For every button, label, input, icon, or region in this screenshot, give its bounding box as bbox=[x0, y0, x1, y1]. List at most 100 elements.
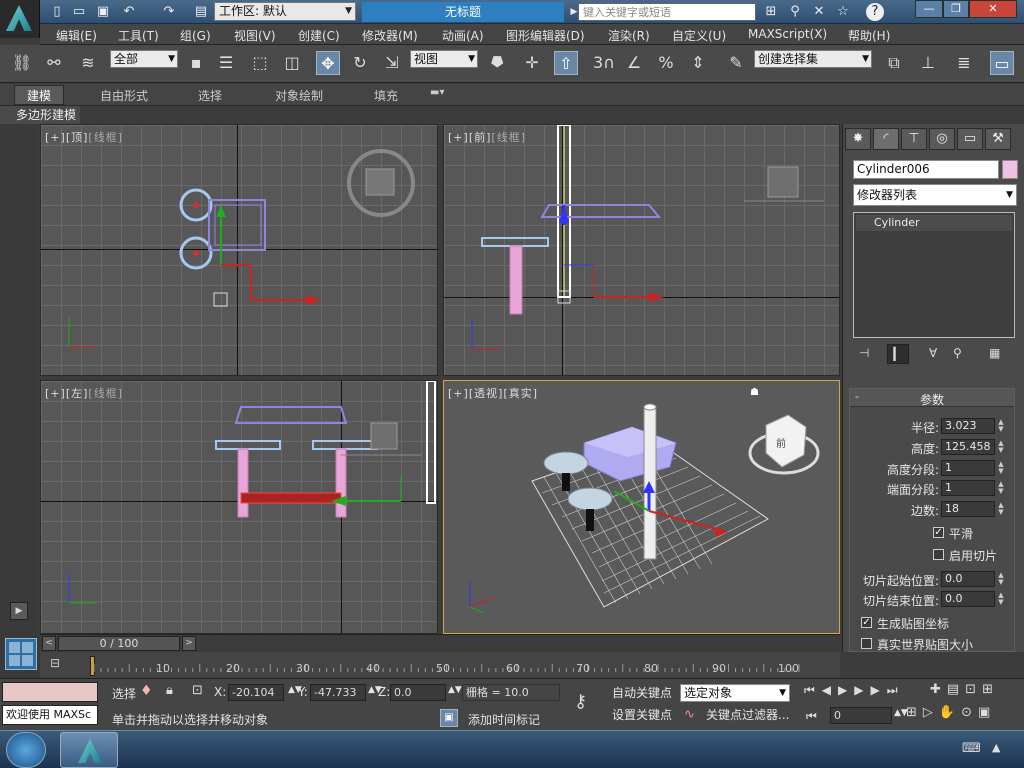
ribbon-tab-populate[interactable]: 填充 bbox=[374, 87, 398, 104]
ribbon-tab-modeling[interactable]: 建模 bbox=[14, 85, 65, 105]
remove-modifier-icon[interactable]: ⚲ bbox=[953, 346, 962, 360]
select-manipulate-icon[interactable]: ✛ bbox=[520, 51, 544, 75]
height-segments-spinner[interactable]: ▲ ▼ bbox=[996, 461, 1006, 475]
select-scale-icon[interactable]: ⇲ bbox=[380, 51, 404, 75]
menu-customize[interactable]: 自定义(U) bbox=[672, 27, 726, 44]
spinner-snap-icon[interactable]: ⇕ bbox=[686, 51, 710, 75]
object-color-swatch[interactable] bbox=[1002, 160, 1018, 179]
menu-maxscript[interactable]: MAXScript(X) bbox=[748, 27, 827, 41]
ribbon-toggle-icon[interactable]: ▭ bbox=[990, 51, 1014, 75]
selection-filter-select[interactable]: 全部 ▼ bbox=[110, 50, 178, 68]
window-crossing-icon[interactable]: ◫ bbox=[280, 51, 304, 75]
select-object-icon[interactable]: ▪ bbox=[184, 51, 208, 75]
next-frame-icon[interactable]: > bbox=[182, 636, 196, 651]
slice-to-field[interactable]: 0.0 bbox=[941, 591, 995, 607]
ribbon-tab-selection[interactable]: 选择 bbox=[198, 87, 222, 104]
open-file-icon[interactable]: ▭ bbox=[70, 3, 88, 21]
favorites-star-icon[interactable]: ☆ bbox=[834, 3, 852, 21]
create-tab-icon[interactable]: ✸ bbox=[845, 128, 871, 150]
key-mode-select[interactable]: 选定对象 ▼ bbox=[680, 684, 790, 702]
time-tag-icon[interactable]: ▣ bbox=[440, 709, 458, 727]
sides-field[interactable]: 18 bbox=[941, 501, 995, 517]
pivot-center-icon[interactable]: ⯂ bbox=[484, 51, 508, 75]
keyboard-shortcut-icon[interactable]: ⇧ bbox=[554, 51, 578, 75]
bind-spacewarp-icon[interactable]: ≋ bbox=[76, 51, 100, 75]
restore-button[interactable]: ❐ bbox=[943, 0, 969, 18]
slice-from-field[interactable]: 0.0 bbox=[941, 571, 995, 587]
rollout-header[interactable]: - 参数 bbox=[850, 389, 1014, 407]
menu-group[interactable]: 组(G) bbox=[180, 27, 211, 44]
maxscript-listener-mini[interactable] bbox=[2, 682, 98, 702]
set-key-button[interactable]: 设置关键点 bbox=[608, 705, 676, 725]
menu-rendering[interactable]: 渲染(R) bbox=[608, 27, 650, 44]
select-by-name-icon[interactable]: ☰ bbox=[214, 51, 238, 75]
radius-field[interactable]: 3.023 bbox=[941, 418, 995, 434]
mirror-icon[interactable]: ⧉ bbox=[882, 51, 906, 75]
height-field[interactable]: 125.458 bbox=[941, 439, 995, 455]
binoculars-icon[interactable]: ⊞ bbox=[762, 3, 780, 21]
save-icon[interactable]: ▣ bbox=[94, 3, 112, 21]
tray-arrow-icon[interactable]: ▲ bbox=[992, 741, 1000, 754]
viewport-top[interactable]: [+][顶][线框] bbox=[40, 124, 438, 376]
menu-graph-editors[interactable]: 图形编辑器(D) bbox=[506, 27, 585, 44]
modifier-stack[interactable]: Cylinder bbox=[853, 212, 1015, 338]
y-coordinate-field[interactable]: -47.733 bbox=[310, 684, 366, 701]
slice-from-spinner[interactable]: ▲ ▼ bbox=[996, 572, 1006, 586]
start-button[interactable] bbox=[6, 732, 46, 768]
minimize-button[interactable]: — bbox=[915, 0, 943, 18]
pin-stack-icon[interactable]: ⊣ bbox=[859, 346, 869, 360]
search-input[interactable]: 键入关键字或短语 bbox=[578, 3, 756, 21]
x-coordinate-field[interactable]: -20.104 bbox=[228, 684, 284, 701]
modify-tab-icon[interactable]: ◜ bbox=[873, 128, 899, 150]
smooth-checkbox[interactable]: ✓ bbox=[933, 527, 944, 538]
percent-snap-icon[interactable]: % bbox=[654, 51, 678, 75]
select-rotate-icon[interactable]: ↻ bbox=[348, 51, 372, 75]
mini-curve-editor-icon[interactable]: ⊟ bbox=[50, 656, 60, 670]
cap-segments-spinner[interactable]: ▲ ▼ bbox=[996, 481, 1006, 495]
viewport-navigation-controls[interactable]: ⊞▷✋⊙▣ bbox=[906, 705, 1022, 725]
stack-item[interactable]: Cylinder bbox=[856, 215, 1012, 231]
zoom-controls[interactable]: ✚▤⊡⊞ bbox=[930, 682, 1022, 702]
real-world-checkbox[interactable] bbox=[861, 638, 872, 649]
utilities-tab-icon[interactable]: ⚒ bbox=[985, 128, 1011, 150]
project-folder-icon[interactable]: ▤ bbox=[192, 3, 210, 21]
lock-selection-icon[interactable]: 🔒︎ bbox=[166, 683, 173, 698]
ref-coord-select[interactable]: 视图 ▼ bbox=[410, 50, 478, 68]
link-icon[interactable]: ⛓ bbox=[10, 51, 34, 75]
menu-create[interactable]: 创建(C) bbox=[298, 27, 340, 44]
menu-edit[interactable]: 编辑(E) bbox=[56, 27, 97, 44]
isolate-selection-icon[interactable]: ♦ bbox=[140, 683, 153, 699]
layer-manager-icon[interactable]: ≣ bbox=[952, 51, 976, 75]
viewport-layouts-icon[interactable] bbox=[5, 638, 37, 670]
subscription-key-icon[interactable]: ⚲ bbox=[786, 3, 804, 21]
workspace-select[interactable]: 工作区: 默认 ▼ bbox=[214, 2, 356, 21]
radius-spinner[interactable]: ▲ ▼ bbox=[996, 419, 1006, 433]
menu-views[interactable]: 视图(V) bbox=[234, 27, 276, 44]
z-coordinate-field[interactable]: 0.0 bbox=[390, 684, 446, 701]
prev-frame-icon[interactable]: < bbox=[42, 636, 56, 651]
help-icon[interactable]: ? bbox=[866, 3, 884, 21]
viewport-front[interactable]: [+][前][线框] bbox=[443, 124, 840, 376]
gen-mapping-checkbox[interactable]: ✓ bbox=[861, 617, 872, 628]
ribbon-options-icon[interactable]: ▬▾ bbox=[430, 87, 444, 98]
menu-tools[interactable]: 工具(T) bbox=[118, 27, 159, 44]
communication-icon[interactable]: ✕ bbox=[810, 3, 828, 21]
cap-segments-field[interactable]: 1 bbox=[941, 480, 995, 496]
add-time-tag-button[interactable]: 添加时间标记 bbox=[468, 711, 540, 728]
show-end-result-icon[interactable]: ▎ bbox=[887, 344, 909, 364]
undo-icon[interactable]: ↶ bbox=[120, 3, 138, 21]
frame-display[interactable]: 0 / 100 bbox=[58, 636, 180, 651]
keyboard-tray-icon[interactable]: ⌨ bbox=[962, 741, 981, 756]
align-icon[interactable]: ⊥ bbox=[916, 51, 940, 75]
menu-modifiers[interactable]: 修改器(M) bbox=[362, 27, 418, 44]
snap-toggle-icon[interactable]: 3∩ bbox=[592, 51, 616, 75]
taskbar-3dsmax-button[interactable] bbox=[60, 732, 118, 768]
viewport-left[interactable]: [+][左][线框] bbox=[40, 380, 438, 634]
slice-to-spinner[interactable]: ▲ ▼ bbox=[996, 592, 1006, 606]
menu-animation[interactable]: 动画(A) bbox=[442, 27, 484, 44]
modifier-list-select[interactable]: 修改器列表 ▼ bbox=[853, 184, 1017, 206]
time-slider[interactable]: < 0 / 100 > bbox=[40, 634, 840, 652]
z-spinner-icon[interactable]: ▲▼ bbox=[448, 685, 462, 695]
ribbon-tab-object-paint[interactable]: 对象绘制 bbox=[275, 87, 323, 104]
new-file-icon[interactable]: ▯ bbox=[48, 3, 66, 21]
